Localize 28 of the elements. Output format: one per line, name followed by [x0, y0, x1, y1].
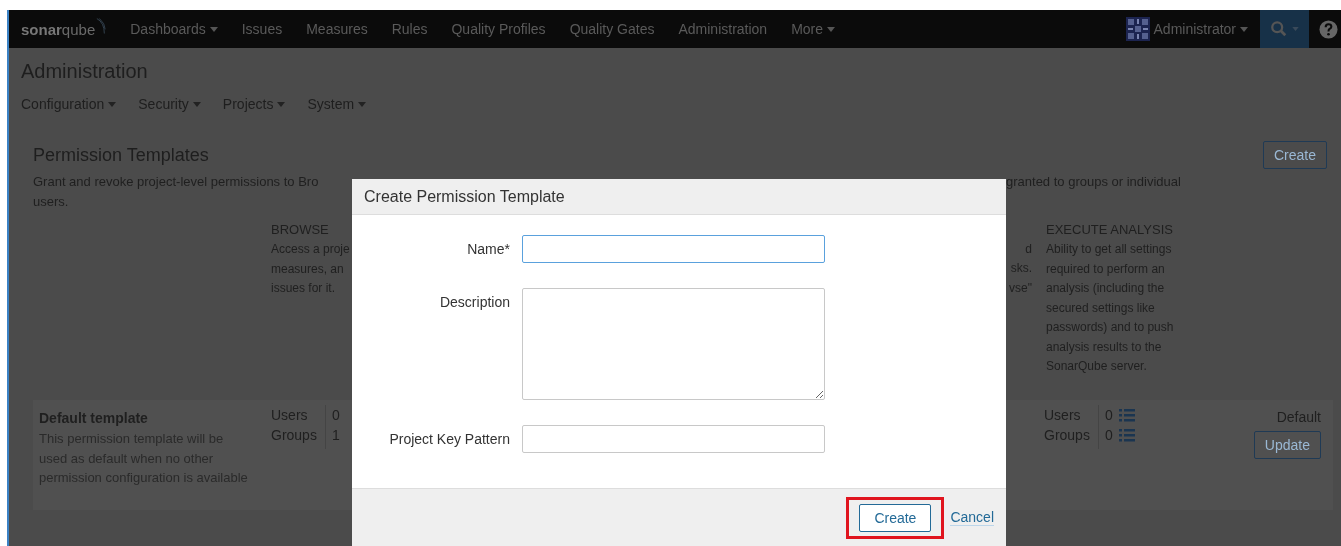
- update-button[interactable]: Update: [1253, 431, 1321, 459]
- logo[interactable]: sonarqube: [9, 20, 119, 38]
- text-field[interactable]: [522, 425, 825, 453]
- search-button[interactable]: [1260, 10, 1309, 48]
- search-icon: [1270, 20, 1288, 38]
- field-label: Name*: [466, 240, 510, 259]
- caret-icon: [1292, 27, 1299, 31]
- avatar-icon: [1125, 17, 1150, 41]
- field-label: Description: [438, 293, 510, 312]
- create-button[interactable]: Create: [1262, 141, 1327, 169]
- nav-link[interactable]: Rules: [379, 21, 440, 37]
- dialog-title: Create Permission Template: [364, 187, 565, 206]
- nav-link[interactable]: Issues: [229, 21, 295, 37]
- nav-link[interactable]: Quality Profiles: [439, 21, 558, 37]
- user-menu[interactable]: Administrator: [1153, 21, 1260, 37]
- list-icon[interactable]: [1118, 428, 1135, 442]
- text-area[interactable]: [522, 288, 825, 400]
- text-field[interactable]: [522, 235, 825, 263]
- nav-link[interactable]: Quality Gates: [557, 21, 667, 37]
- nav-link[interactable]: Measures: [294, 21, 380, 37]
- nav-link[interactable]: Dashboards: [118, 21, 230, 37]
- list-icon[interactable]: [1118, 408, 1135, 422]
- field-label: Project Key Pattern: [388, 430, 510, 449]
- create-button[interactable]: Create: [859, 503, 932, 532]
- nav-link[interactable]: More: [779, 21, 848, 37]
- cancel-link[interactable]: Cancel: [950, 509, 994, 526]
- help-icon[interactable]: [1319, 19, 1338, 39]
- nav-link[interactable]: Administration: [666, 21, 780, 37]
